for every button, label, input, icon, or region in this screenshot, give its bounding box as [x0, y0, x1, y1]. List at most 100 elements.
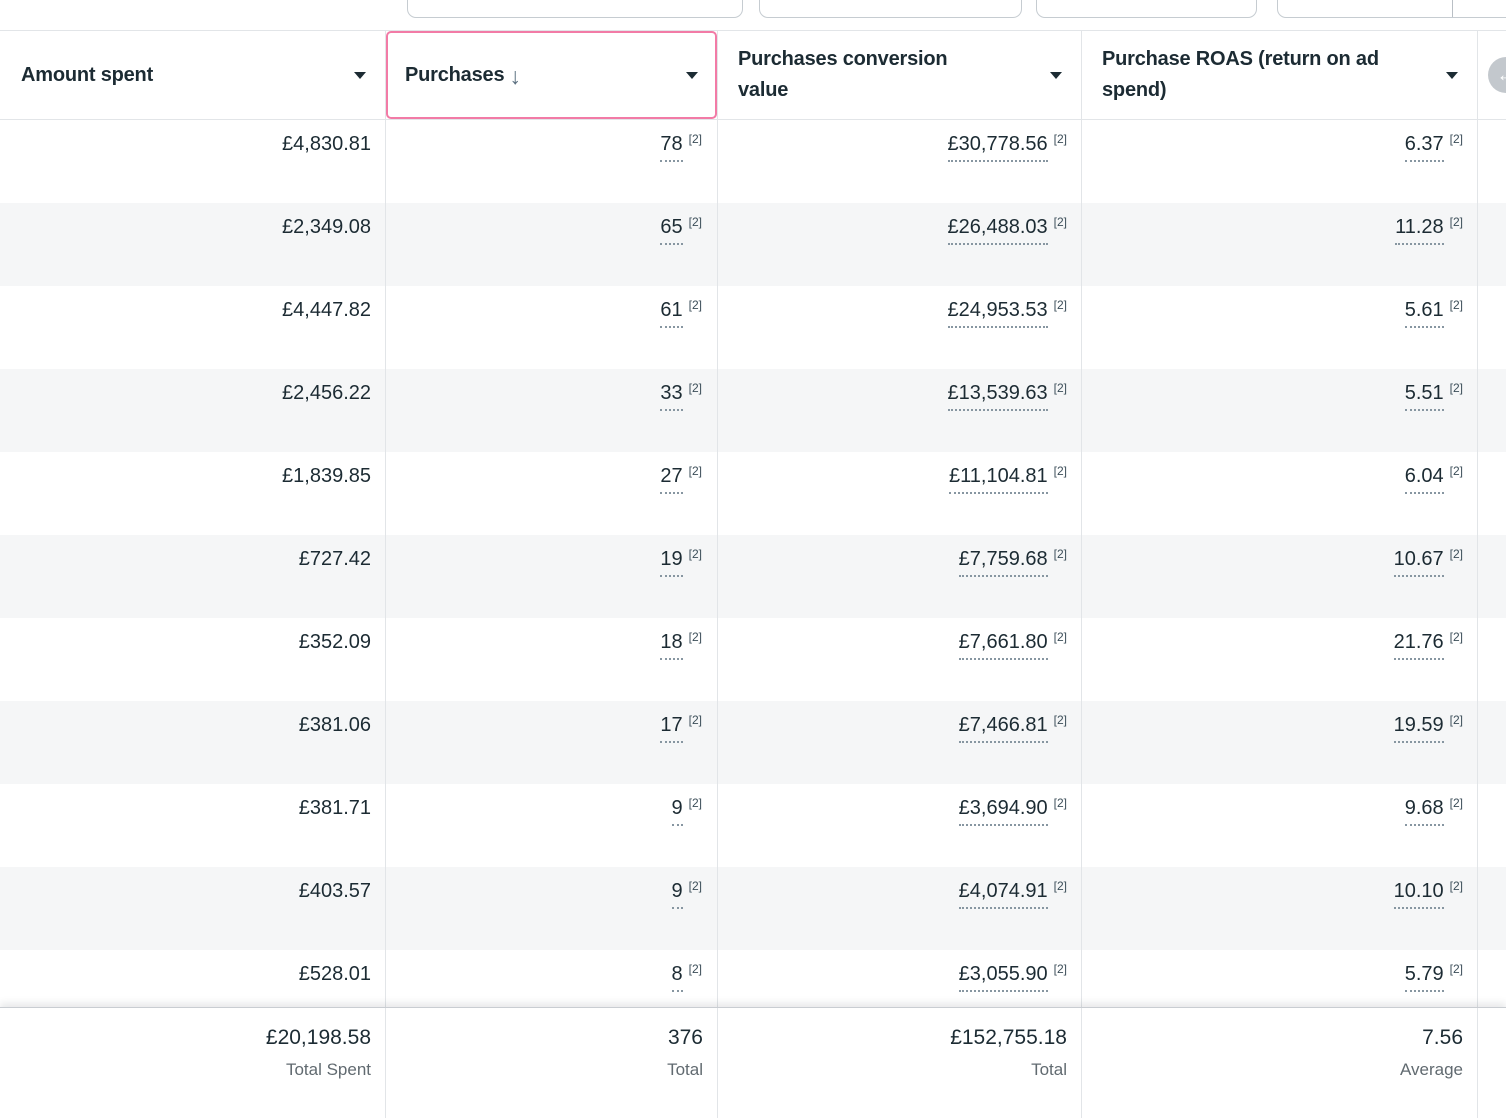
metric-value[interactable]: 6.04	[1405, 463, 1444, 494]
toolbar-control-2[interactable]	[759, 0, 1022, 18]
overflow-cell	[1478, 535, 1506, 618]
footnote-ref: [2]	[1450, 132, 1463, 146]
metric-value[interactable]: 61	[660, 297, 682, 328]
toolbar-control-3[interactable]	[1036, 0, 1257, 18]
chevron-down-icon[interactable]	[354, 72, 366, 79]
metric-value[interactable]: 10.10	[1394, 878, 1444, 909]
footnote-ref: [2]	[689, 547, 702, 561]
metric-value[interactable]: 21.76	[1394, 629, 1444, 660]
metric-value[interactable]: 27	[660, 463, 682, 494]
metric-value[interactable]: 9	[672, 795, 683, 826]
footnote-ref: [2]	[1054, 464, 1067, 478]
footnote-ref: [2]	[1450, 879, 1463, 893]
overflow-cell	[1478, 784, 1506, 867]
metric-value[interactable]: 5.61	[1405, 297, 1444, 328]
column-label: Purchases conversion value	[738, 44, 976, 106]
footnote-ref: [2]	[1054, 132, 1067, 146]
table-header: Amount spent Purchases ↓ Purchases conve…	[0, 30, 1506, 120]
metric-value[interactable]: 9.68	[1405, 795, 1444, 826]
sort-descending-icon: ↓	[509, 63, 520, 90]
overflow-cell	[1478, 452, 1506, 535]
amount-spent-cell: £4,830.81	[0, 120, 386, 203]
metric-value[interactable]: £7,466.81	[959, 712, 1048, 743]
conversion-value-cell: £24,953.53[2]	[718, 286, 1082, 369]
conversion-value-cell: £7,466.81[2]	[718, 701, 1082, 784]
metric-value[interactable]: £11,104.81	[949, 463, 1048, 494]
purchases-cell: 18 [2]	[386, 618, 718, 701]
metric-value[interactable]: £3,055.90	[959, 961, 1048, 992]
column-label: Purchases	[405, 60, 504, 91]
metric-value[interactable]: £3,694.90	[959, 795, 1048, 826]
footer-label: Average	[1082, 1060, 1463, 1080]
metric-value[interactable]: 8	[672, 961, 683, 992]
footnote-ref: [2]	[1450, 547, 1463, 561]
footer-label: Total Spent	[0, 1060, 371, 1080]
footer-conversion-value: £152,755.18 Total	[718, 1008, 1082, 1118]
metric-value[interactable]: £24,953.53	[948, 297, 1048, 328]
conversion-value-cell: £3,055.90[2]	[718, 950, 1082, 1007]
footnote-ref: [2]	[689, 630, 702, 644]
metric-value[interactable]: 5.79	[1405, 961, 1444, 992]
metric-value[interactable]: 10.67	[1394, 546, 1444, 577]
purchases-cell: 33 [2]	[386, 369, 718, 452]
footnote-ref: [2]	[1054, 215, 1067, 229]
overflow-cell	[1478, 286, 1506, 369]
table-row: £1,839.85 27[2] £11,104.81[2] 6.04[2]	[0, 452, 1506, 535]
column-header-purchases[interactable]: Purchases ↓	[386, 31, 718, 119]
metric-value[interactable]: 17	[660, 712, 682, 743]
footnote-ref: [2]	[1450, 962, 1463, 976]
table-row: £352.09 18[2] £7,661.80[2] 21.76[2]	[0, 618, 1506, 701]
metric-value[interactable]: 5.51	[1405, 380, 1444, 411]
overflow-cell	[1478, 369, 1506, 452]
amount-spent-cell: £727.42	[0, 535, 386, 618]
metric-value[interactable]: 19.59	[1394, 712, 1444, 743]
amount-spent-value: £528.01	[299, 963, 371, 985]
amount-spent-value: £4,447.82	[282, 299, 371, 321]
metric-value[interactable]: 33	[660, 380, 682, 411]
metric-value[interactable]: £30,778.56	[948, 131, 1048, 162]
chevron-down-icon[interactable]	[1446, 72, 1458, 79]
roas-cell: 19.59[2]	[1082, 701, 1478, 784]
amount-spent-value: £4,830.81	[282, 133, 371, 155]
amount-spent-value: £381.71	[299, 797, 371, 819]
roas-cell: 10.67 [2]	[1082, 535, 1478, 618]
metric-value[interactable]: 78	[660, 131, 682, 162]
metric-value[interactable]: £7,759.68	[959, 546, 1048, 577]
metric-value[interactable]: 18	[660, 629, 682, 660]
column-header-roas[interactable]: Purchase ROAS (return on ad spend)	[1082, 31, 1478, 119]
metric-value[interactable]: £7,661.80	[959, 629, 1048, 660]
roas-cell: 5.51[2]	[1082, 369, 1478, 452]
footnote-ref: [2]	[1054, 547, 1067, 561]
metric-value[interactable]: 11.28	[1395, 214, 1444, 245]
footer-value: £152,755.18	[718, 1025, 1067, 1051]
column-header-amount-spent[interactable]: Amount spent	[0, 31, 386, 119]
overflow-cell	[1478, 203, 1506, 286]
metric-value[interactable]: £4,074.91	[959, 878, 1048, 909]
metric-value[interactable]: 19	[660, 546, 682, 577]
metric-value[interactable]: 6.37	[1405, 131, 1444, 162]
purchases-cell: 65[2]	[386, 203, 718, 286]
table-row: £727.42 19 [2] £7,759.68 [2] 10.67 [2]	[0, 535, 1506, 618]
toolbar-control-1[interactable]	[407, 0, 743, 18]
table-row: £403.57 9[2] £4,074.91[2] 10.10[2]	[0, 867, 1506, 950]
metric-value[interactable]: 9	[672, 878, 683, 909]
toolbar-control-4[interactable]	[1277, 0, 1506, 18]
footnote-ref: [2]	[689, 381, 702, 395]
footnote-ref: [2]	[1450, 464, 1463, 478]
metric-value[interactable]: 65	[660, 214, 682, 245]
toolbar-strip	[0, 0, 1506, 30]
purchases-cell: 61[2]	[386, 286, 718, 369]
overflow-cell	[1478, 950, 1506, 1007]
chevron-down-icon[interactable]	[686, 72, 698, 79]
column-header-conversion-value[interactable]: Purchases conversion value	[718, 31, 1082, 119]
table-row: £2,349.08 65[2] £26,488.03[2] 11.28[2]	[0, 203, 1506, 286]
footnote-ref: [2]	[689, 796, 702, 810]
table-row: £528.01 8[2] £3,055.90[2] 5.79[2]	[0, 950, 1506, 1007]
footer-amount-spent: £20,198.58 Total Spent	[0, 1008, 386, 1118]
metric-value[interactable]: £26,488.03	[948, 214, 1048, 245]
metric-value[interactable]: £13,539.63	[948, 380, 1048, 411]
chevron-down-icon[interactable]	[1050, 72, 1062, 79]
ads-reporting-table-view: Amount spent Purchases ↓ Purchases conve…	[0, 0, 1506, 1118]
footer-roas: 7.56 Average	[1082, 1008, 1478, 1118]
column-label: Purchase ROAS (return on ad spend)	[1102, 44, 1424, 106]
